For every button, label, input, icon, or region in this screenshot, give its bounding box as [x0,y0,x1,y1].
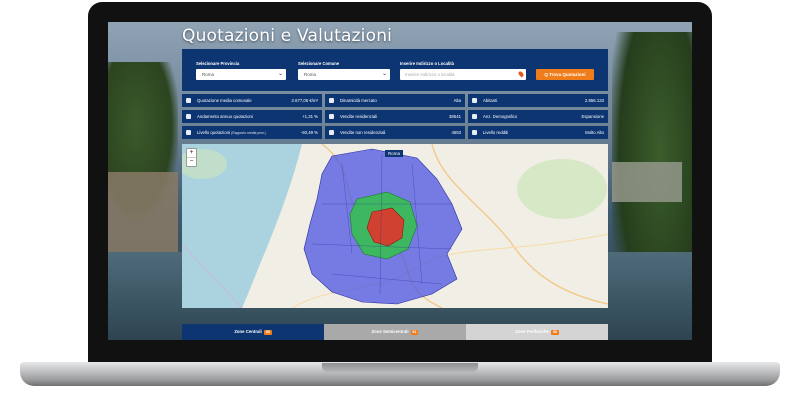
building-icon [186,98,191,103]
stat-label: Livello redditi [483,130,509,135]
count-badge: 98 [550,330,559,335]
map-canvas [182,144,608,308]
stat-label: Dinamicità mercato [340,98,377,103]
province-label: Selezionare Provincia [196,61,240,66]
flame-icon [329,98,334,103]
count-badge: 58 [263,330,272,335]
park-area [517,159,607,219]
stat-label: Vendite non residenziali [340,130,386,135]
laptop-frame: Quotazioni e Valutazioni Selezionare Pro… [0,0,800,400]
tab-zone-semicentrali[interactable]: Zone Semicentrali 61 [324,324,466,340]
stat-label: Quotazione media comunale [197,98,252,103]
stat-sublabel: (Rapporto media prov.) [231,131,266,135]
comune-select[interactable]: Roma ⌄ [298,69,390,80]
find-quotations-button[interactable]: Q Trova Quotazioni [536,69,594,80]
chart-icon [472,114,477,119]
comune-value: Roma [304,72,317,77]
stat-livello-quotazioni: Livello quotazioni (Rapporto media prov.… [182,126,322,139]
page-title: Quotazioni e Valutazioni [182,26,393,46]
address-label: Inserire Indirizzo o Località [400,61,454,66]
tab-label: Zone Semicentrali [371,329,409,334]
stat-label: Anz. Demografico [483,114,518,119]
stat-value: 38641 [449,114,461,119]
province-select[interactable]: Roma ⌄ [196,69,286,80]
chevron-down-icon: ⌄ [277,71,283,77]
map-city-label: Roma [385,150,404,157]
screen: Quotazioni e Valutazioni Selezionare Pro… [108,22,692,340]
search-panel: Selezionare Provincia Roma ⌄ Selezionare… [182,49,608,91]
stat-demografico: Anz. Demografico Espansione [468,110,608,123]
stat-value: -50,49 % [300,130,318,135]
stat-value: Molto Alto [585,130,604,135]
stat-value: 2.856.133 [584,98,604,103]
stat-label: Abitanti [483,98,498,103]
stat-label: Vendite residenziali [340,114,378,119]
tab-label: Zone Centrali [234,329,262,334]
zoom-out-button[interactable]: − [187,157,196,166]
stat-abitanti: Abitanti 2.856.133 [468,94,608,107]
stat-quotazione-media: Quotazione media comunale 2.677,05 €/m² [182,94,322,107]
stat-andamento: Andamento annuo quotazioni +1,31 % [182,110,322,123]
zone-map[interactable]: + − Roma [182,144,608,308]
zoom-control: + − [186,148,197,167]
stat-value: Espansione [581,114,604,119]
background-bridge [108,172,178,252]
chevron-down-icon: ⌄ [381,71,387,77]
tab-zone-periferiche[interactable]: Zone Periferiche 98 [466,324,608,340]
wallet-icon [472,130,477,135]
people-icon [472,98,477,103]
bookmark-icon [186,130,191,135]
stat-vendite-non-residenziali: Vendite non residenziali 4593 [325,126,465,139]
stat-label: Andamento annuo quotazioni [197,114,253,119]
trend-icon [186,114,191,119]
background-building [612,162,682,202]
tab-label: Zone Periferiche [515,329,549,334]
tab-zone-centrali[interactable]: Zone Centrali 58 [182,324,324,340]
count-badge: 61 [410,330,419,335]
stat-value: Alta [453,98,461,103]
key-icon [329,114,334,119]
stat-value: 2.677,05 €/m² [291,98,318,103]
location-pin-icon [517,70,525,78]
stat-value: 4593 [451,130,461,135]
shop-icon [329,130,334,135]
address-placeholder: Inserire indirizzo o località [405,72,455,77]
stat-value: +1,31 % [302,114,318,119]
zoom-in-button[interactable]: + [187,149,196,157]
stat-label: Livello quotazioni [197,130,230,135]
stat-livello-redditi: Livello redditi Molto Alto [468,126,608,139]
province-value: Roma [202,72,215,77]
zone-tabs: Zone Centrali 58 Zone Semicentrali 61 Zone… [182,324,608,340]
address-input[interactable]: Inserire indirizzo o località [400,69,526,80]
stat-dinamicita: Dinamicità mercato Alta [325,94,465,107]
stat-vendite-residenziali: Vendite residenziali 38641 [325,110,465,123]
comune-label: Selezionare Comune [298,61,340,66]
stats-grid: Quotazione media comunale 2.677,05 €/m² … [182,94,608,141]
laptop-notch [322,363,478,372]
